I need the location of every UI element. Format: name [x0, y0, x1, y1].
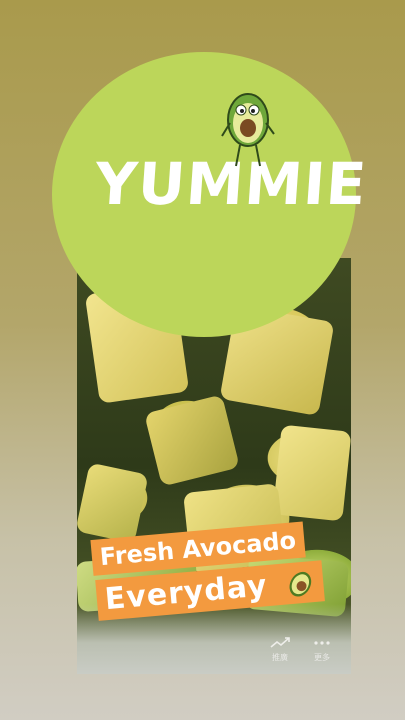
- avocado-chunk: [272, 424, 351, 522]
- avocado-chunk: [77, 462, 149, 544]
- more-dots-icon: [314, 641, 330, 645]
- more-label: 更多: [314, 653, 330, 662]
- avocado-chunk: [144, 394, 240, 487]
- trend-up-icon: [270, 637, 290, 648]
- insights-label: 推廣: [272, 653, 288, 662]
- insights-button[interactable]: 推廣: [262, 634, 298, 663]
- more-button[interactable]: 更多: [304, 634, 340, 663]
- story-bottom-bar: 推廣 更多: [262, 634, 352, 668]
- avocado-mascot-icon[interactable]: [220, 88, 276, 170]
- avocado-emoji-icon: [289, 571, 311, 597]
